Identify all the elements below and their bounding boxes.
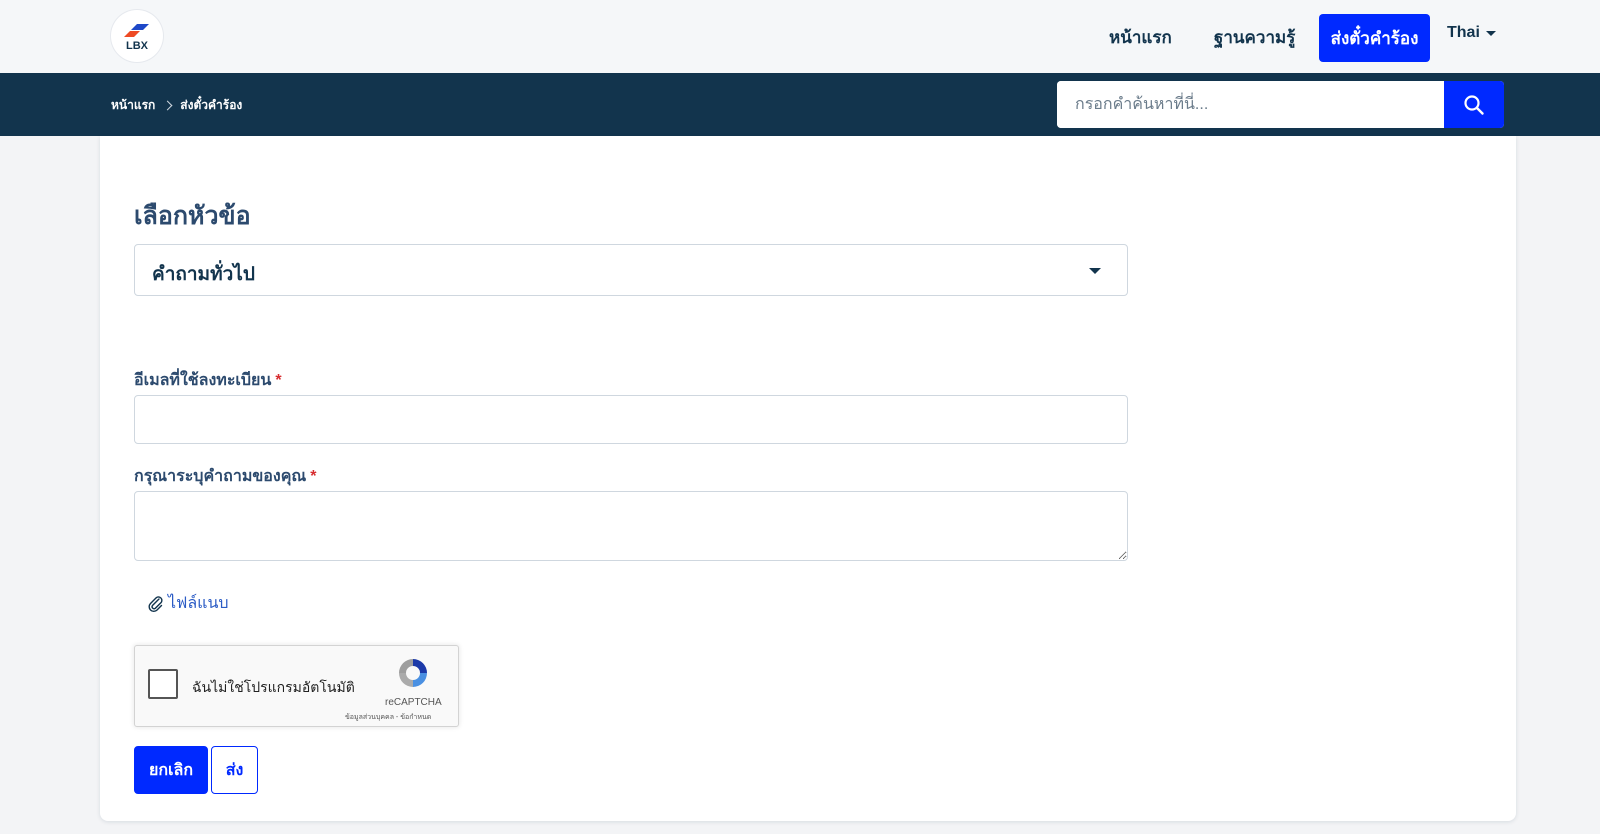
paperclip-icon — [148, 595, 163, 612]
topic-title: เลือกหัวข้อ — [134, 202, 251, 230]
lbx-logo-icon: LBX — [124, 24, 149, 52]
recaptcha-privacy-terms-links[interactable]: ข้อมูลส่วนบุคคล - ข้อกำหนด — [345, 712, 431, 723]
chevron-down-icon — [1485, 30, 1496, 36]
subheader-bar: หน้าแรก ส่งตั๋วคำร้อง — [0, 73, 1600, 136]
language-label: Thai — [1447, 24, 1480, 41]
question-textarea[interactable] — [134, 491, 1128, 561]
attachment-label: ไฟล์แนบ — [168, 595, 229, 612]
chevron-down-icon — [1089, 268, 1101, 274]
question-label: กรุณาระบุคำถามของคุณ * — [134, 464, 317, 489]
recaptcha-logo-icon — [399, 659, 427, 687]
svg-text:LBX: LBX — [126, 40, 149, 52]
email-label: อีเมลที่ใช้ลงทะเบียน * — [134, 368, 282, 393]
submit-button[interactable]: ส่ง — [211, 746, 258, 794]
chevron-right-icon — [162, 100, 173, 111]
search-icon — [1464, 94, 1484, 115]
breadcrumb-home-link[interactable]: หน้าแรก — [111, 96, 155, 115]
recaptcha-widget: ฉันไม่ใช่โปรแกรมอัตโนมัติ reCAPTCHA ข้อม… — [134, 645, 459, 727]
required-mark: * — [310, 468, 317, 485]
recaptcha-brand: reCAPTCHA — [385, 697, 442, 708]
cancel-button[interactable]: ยกเลิก — [134, 746, 208, 794]
breadcrumb: หน้าแรก ส่งตั๋วคำร้อง — [111, 96, 242, 115]
nav-home-link[interactable]: หน้าแรก — [1109, 24, 1172, 51]
nav-knowledge-base-link[interactable]: ฐานความรู้ — [1214, 24, 1295, 51]
search-input[interactable] — [1057, 81, 1444, 128]
ticket-form-card: เลือกหัวข้อ คำถามทั่วไป อีเมลที่ใช้ลงทะเ… — [100, 136, 1516, 821]
attachment-link[interactable]: ไฟล์แนบ — [148, 591, 229, 616]
email-field[interactable] — [134, 395, 1128, 444]
top-header: LBX หน้าแรก ฐานความรู้ ส่งตั๋วคำร้อง Tha… — [0, 0, 1600, 73]
recaptcha-label: ฉันไม่ใช่โปรแกรมอัตโนมัติ — [192, 679, 355, 695]
topic-selected-value: คำถามทั่วไป — [152, 264, 255, 285]
search-button[interactable] — [1444, 81, 1504, 128]
breadcrumb-current: ส่งตั๋วคำร้อง — [180, 98, 243, 112]
language-dropdown[interactable]: Thai — [1447, 24, 1496, 42]
nav-submit-ticket-button[interactable]: ส่งตั๋วคำร้อง — [1319, 14, 1430, 62]
lbx-logo[interactable]: LBX — [111, 10, 163, 62]
search-box — [1057, 81, 1504, 128]
recaptcha-checkbox[interactable] — [148, 669, 178, 699]
question-label-text: กรุณาระบุคำถามของคุณ — [134, 468, 307, 485]
required-mark: * — [275, 372, 282, 389]
topic-select[interactable]: คำถามทั่วไป — [134, 244, 1128, 296]
email-label-text: อีเมลที่ใช้ลงทะเบียน — [134, 372, 272, 389]
